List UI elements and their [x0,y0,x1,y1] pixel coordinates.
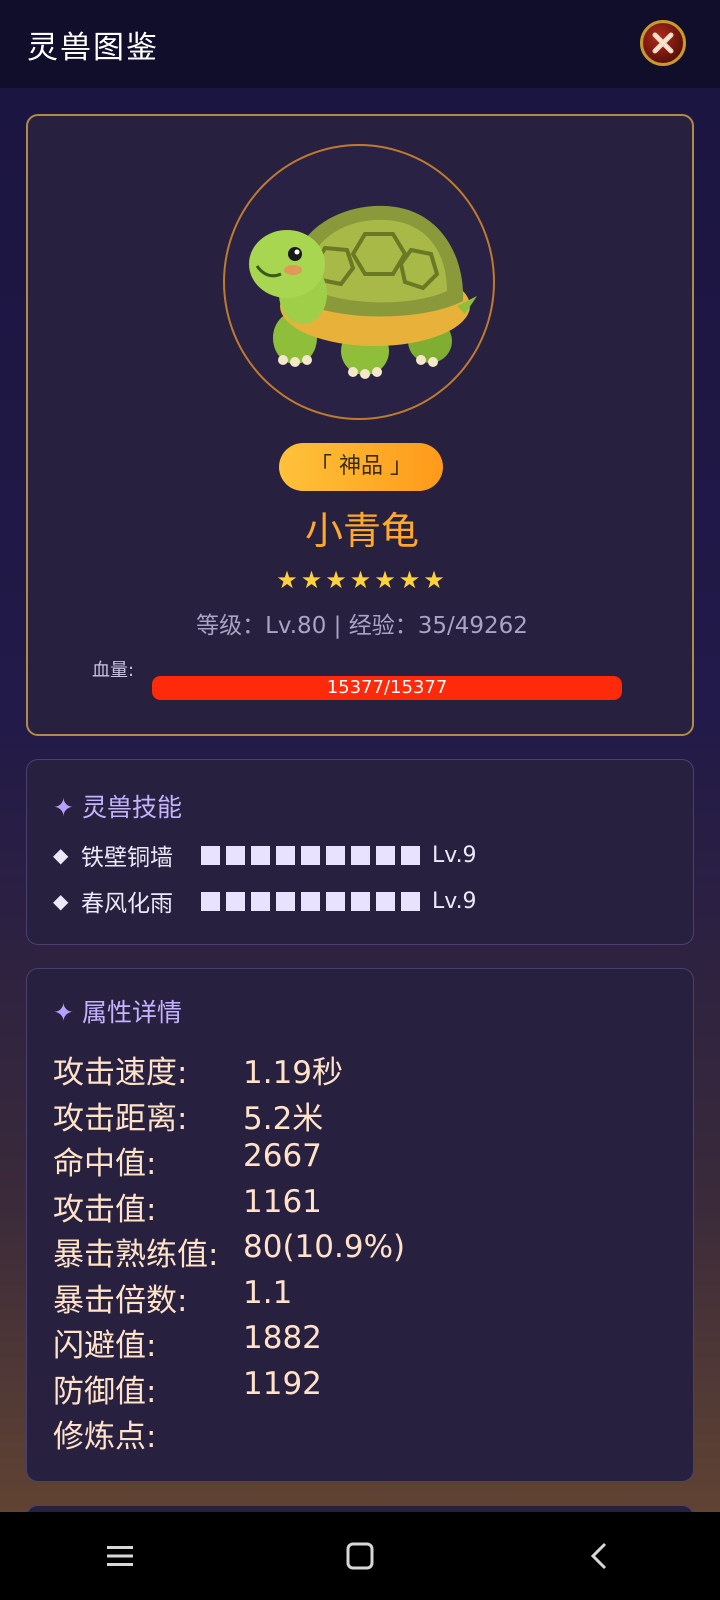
nav-menu-button[interactable] [90,1526,150,1586]
skill-level-block [326,845,345,865]
home-square-icon [346,1542,374,1570]
attribute-row: 防御值: 1192 [53,1366,322,1411]
skill-level-block [276,845,295,865]
skill-level-block [251,891,270,911]
level-exp-text: 等级：Lv.80 | 经验：35/49262 [196,613,528,639]
attribute-row: 修炼点: [53,1411,243,1456]
beast-avatar [223,144,495,420]
skill-name: 铁壁铜墙 [81,845,173,871]
skill-level: Lv.9 [432,888,477,914]
close-button[interactable] [640,20,686,66]
beast-name: 小青龟 [304,509,419,553]
menu-icon [107,1546,133,1566]
attribute-label: 修炼点: [53,1419,157,1455]
skills-title-text: 灵兽技能 [81,793,182,822]
attribute-row: 暴击倍数: 1.1 [53,1275,292,1320]
attribute-label: 攻击值: [53,1192,157,1228]
nav-home-button[interactable] [330,1526,390,1586]
attribute-row: 攻击值: 1161 [53,1184,322,1229]
beast-card: 「 神品 」 小青龟 ★★★★★★★ 等级：Lv.80 | 经验：35/4926… [26,114,694,736]
attribute-row: 命中值: 2667 [53,1138,322,1183]
skill-level-block [301,845,320,865]
attribute-label: 暴击倍数: [53,1283,188,1319]
diamond-bullet-icon: ◆ [53,889,69,913]
attribute-value: 2667 [243,1138,322,1174]
skill-level-block [251,845,270,865]
skill-level-block [326,891,345,911]
attribute-value: 1.1 [243,1275,293,1311]
skill-level-block [201,891,220,911]
skill-level-block [351,845,370,865]
attribute-value: 80(10.9%) [243,1229,406,1265]
attribute-label: 攻击距离: [53,1101,188,1137]
skill-level-block [201,845,220,865]
attribute-label: 防御值: [53,1374,157,1410]
skill-item[interactable]: ◆ 春风化雨 Lv.9 [53,884,477,918]
back-chevron-icon [590,1542,607,1570]
skill-item[interactable]: ◆ 铁壁铜墙 Lv.9 [53,838,477,872]
skill-level-block [276,891,295,911]
attribute-value: 1192 [243,1366,322,1402]
skill-level-block [401,845,420,865]
hp-bar: 15377/15377 [152,676,622,700]
skill-level-block [401,891,420,911]
attribute-label: 闪避值: [53,1328,157,1364]
attribute-row: 攻击距离: 5.2米 [53,1093,323,1138]
attribute-value: 5.2米 [243,1101,324,1137]
attributes-card: ✦ 属性详情 攻击速度: 1.19秒 攻击距离: 5.2米 命中值: 2667 攻击值:… [26,968,694,1482]
skills-card: ✦ 灵兽技能 ◆ 铁壁铜墙 Lv.9 ◆ 春风化雨 Lv.9 [26,759,694,945]
skill-level: Lv.9 [432,842,477,868]
turtle-icon [249,205,477,379]
attribute-label: 命中值: [53,1146,157,1182]
hp-label: 血量: [92,660,135,681]
skill-name: 春风化雨 [81,891,173,917]
skill-level-block [376,891,395,911]
attribute-value: 1161 [243,1184,322,1220]
nav-back-button[interactable] [570,1526,630,1586]
attributes-section-title: ✦ 属性详情 [53,993,182,1029]
star-rating: ★★★★★★★ [276,566,448,594]
top-bar: 灵兽图鉴 [0,0,720,88]
skill-level-blocks [201,845,420,865]
skill-level-block [226,891,245,911]
skills-section-title: ✦ 灵兽技能 [53,788,182,824]
skill-level-blocks [201,891,420,911]
attribute-row: 闪避值: 1882 [53,1320,322,1365]
skill-level-block [351,891,370,911]
hp-value: 15377/15377 [326,677,448,698]
attribute-value: 1882 [243,1320,322,1356]
rarity-badge: 「 神品 」 [279,443,443,491]
attribute-label: 暴击熟练值: [53,1237,219,1273]
sparkle-icon: ✦ [53,793,74,822]
attributes-title-text: 属性详情 [81,998,182,1027]
system-nav-bar [0,1512,720,1600]
skill-level-block [376,845,395,865]
sparkle-icon: ✦ [53,998,74,1027]
skill-level-block [226,845,245,865]
attribute-row: 暴击熟练值: 80(10.9%) [53,1229,405,1274]
close-icon [652,32,674,54]
attribute-value: 1.19秒 [243,1055,344,1091]
attribute-row: 攻击速度: 1.19秒 [53,1047,343,1092]
page-title: 灵兽图鉴 [27,30,159,66]
skill-level-block [301,891,320,911]
diamond-bullet-icon: ◆ [53,843,69,867]
attribute-label: 攻击速度: [53,1055,188,1091]
